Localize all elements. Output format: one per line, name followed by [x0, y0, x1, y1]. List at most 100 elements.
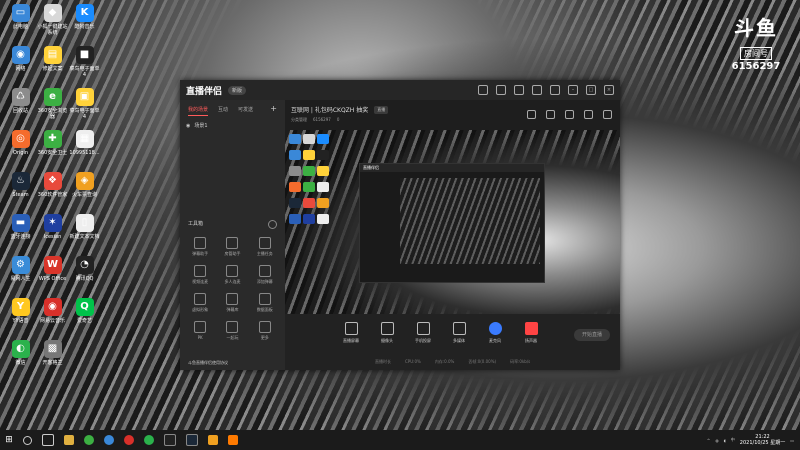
- preview-icon: [303, 214, 315, 224]
- menu-icon[interactable]: [550, 85, 560, 95]
- desktop-icon[interactable]: e 360安全浏览器: [36, 88, 69, 120]
- desktop-icon[interactable]: ▩ 开客格兰: [36, 340, 69, 366]
- desktop-icon[interactable]: ◈ 火车票查询: [68, 172, 101, 198]
- desktop-icon[interactable]: Y YY语音: [4, 298, 37, 324]
- message-icon[interactable]: [496, 85, 506, 95]
- desktop-icon[interactable]: ◉ 网易云音乐: [36, 298, 69, 324]
- windows-start-icon[interactable]: ⊞: [0, 430, 18, 450]
- task-view-icon[interactable]: [42, 434, 54, 446]
- add-tab-icon[interactable]: +: [270, 105, 277, 116]
- agreement-notice[interactable]: 斗鱼直播伴侣使用协议: [188, 360, 228, 366]
- skin-icon[interactable]: [514, 85, 524, 95]
- search-icon[interactable]: [23, 435, 32, 445]
- desktop-icon[interactable]: ♺ 回收站: [4, 88, 37, 114]
- tool-item[interactable]: 多人连麦: [216, 265, 248, 285]
- network-icon[interactable]: ◍: [715, 438, 719, 443]
- control-bar: 直播屏幕 摄像头 手机投屏 多媒体 麦克风 扬声器 开始直播 直播时长 CPU:0% 内存:0…: [285, 314, 620, 370]
- desktop-icon[interactable]: ⚙ 易网人生: [4, 256, 37, 282]
- desktop-icon[interactable]: ◔ 腾讯QQ: [68, 256, 101, 282]
- status-bar: 直播时长 CPU:0% 内存:0.0% 丢帧:0(0.00%) 码率:0kb/s: [375, 359, 614, 365]
- desktop-icon[interactable]: ❖ 360软件管家: [36, 172, 69, 198]
- notification-icon[interactable]: ▭: [790, 438, 794, 443]
- tool-item[interactable]: 房管助手: [216, 237, 248, 257]
- control-label: 扬声器: [525, 338, 537, 343]
- gift-icon[interactable]: [527, 110, 536, 119]
- volume-icon[interactable]: ◖: [724, 438, 726, 443]
- desktop-icon[interactable]: ◉ 网络: [4, 46, 37, 72]
- tool-icon: [258, 293, 271, 305]
- screen-share-button[interactable]: 直播屏幕: [340, 322, 362, 344]
- clock[interactable]: 21:22 2021/10/25 星期一: [740, 434, 785, 446]
- tool-item[interactable]: 主播任务: [249, 237, 281, 257]
- ime-icon[interactable]: 中: [731, 437, 735, 443]
- filter-icon[interactable]: [532, 85, 542, 95]
- app-icon: ▭: [11, 4, 30, 22]
- tool-item[interactable]: 添加弹幕: [249, 265, 281, 285]
- speaker-icon: [524, 322, 538, 335]
- desktop-icon[interactable]: ▣ 菜鸟电子面单4: [68, 88, 101, 120]
- tool-item[interactable]: 视频连麦: [184, 265, 216, 285]
- desktop-icon[interactable]: ▤ 修起文案: [36, 46, 69, 72]
- steam-icon[interactable]: [186, 434, 198, 446]
- room-title[interactable]: 互联网 | 礼包码CKQZH 抽奖: [291, 105, 368, 114]
- desktop-icon[interactable]: W WPS Office: [36, 256, 69, 282]
- desktop-icon[interactable]: ◎ Origin: [4, 130, 37, 156]
- room-tag[interactable]: 直播: [374, 105, 389, 114]
- desktop-icon[interactable]: ▯ 新建文本文档: [68, 214, 101, 240]
- tool-item[interactable]: 弹幕库: [216, 293, 248, 313]
- qq-icon[interactable]: [164, 434, 176, 446]
- avatar-icon[interactable]: [478, 85, 488, 95]
- version-badge[interactable]: 新版: [228, 85, 247, 95]
- tool-item[interactable]: 弹幕助手: [184, 237, 216, 257]
- desktop-icon[interactable]: ◐ 微信: [4, 340, 37, 366]
- tool-item[interactable]: 虚拟形象: [184, 293, 216, 313]
- live-preview[interactable]: 直播伴侣: [285, 130, 620, 314]
- desktop-icon-label: 酷狗音乐: [74, 24, 95, 30]
- desktop-icon[interactable]: ♨ Steam: [4, 172, 37, 198]
- share-icon[interactable]: [603, 110, 612, 119]
- microphone-icon: [488, 322, 502, 335]
- desktop-icon[interactable]: ✶ Icesian: [36, 214, 69, 240]
- speaker-button[interactable]: 扬声器: [520, 322, 542, 344]
- scene-item[interactable]: ◉ 场景1: [186, 122, 279, 130]
- douyu-icon[interactable]: [208, 435, 218, 445]
- room-category[interactable]: 分类管理: [291, 117, 307, 123]
- start-live-button[interactable]: 开始直播: [574, 329, 610, 341]
- tool-item[interactable]: 一起玩: [216, 321, 248, 341]
- notify-icon[interactable]: [584, 110, 593, 119]
- minimize-icon[interactable]: –: [568, 85, 578, 95]
- tool-item[interactable]: 数据面板: [249, 293, 281, 313]
- browser-icon[interactable]: [84, 435, 94, 445]
- record-icon[interactable]: [565, 110, 574, 119]
- douyu-live-icon[interactable]: [228, 435, 238, 445]
- tray-up-icon[interactable]: ^: [707, 438, 710, 443]
- desktop-icon[interactable]: Q 爱奇艺: [68, 298, 101, 324]
- tool-item[interactable]: 更多: [249, 321, 281, 341]
- toolbox-settings-icon[interactable]: [268, 220, 277, 229]
- desktop-icon[interactable]: ◆ 小狐一键建站系统: [36, 4, 69, 36]
- desktop-icon[interactable]: ▬ 蓝牙连接: [4, 214, 37, 240]
- tab-my-scenes[interactable]: 我的场景: [188, 106, 209, 116]
- desktop-icon[interactable]: ✚ 360安全卫士: [36, 130, 69, 156]
- tab-sendable[interactable]: 可发送: [238, 106, 253, 116]
- close-icon[interactable]: ×: [604, 85, 614, 95]
- tool-item[interactable]: PK: [184, 321, 216, 341]
- desktop-icon[interactable]: K 酷狗音乐: [68, 4, 101, 30]
- preview-icon: [289, 134, 301, 144]
- desktop-icon[interactable]: ■ 菜鸟电子面单4: [68, 46, 101, 78]
- media-button[interactable]: 多媒体: [448, 322, 470, 344]
- eye-icon[interactable]: ◉: [186, 123, 190, 129]
- desktop-icon[interactable]: ▦ 10995118...: [68, 130, 101, 156]
- microphone-button[interactable]: 麦克风: [484, 322, 506, 344]
- camera-button[interactable]: 摄像头: [376, 322, 398, 344]
- phone-cast-button[interactable]: 手机投屏: [412, 322, 434, 344]
- tab-interaction[interactable]: 互动: [218, 106, 228, 116]
- netease-icon[interactable]: [124, 435, 134, 445]
- explorer-icon[interactable]: [64, 435, 74, 445]
- desktop-icon[interactable]: ▭ 此电脑: [4, 4, 37, 30]
- maximize-icon[interactable]: □: [586, 85, 596, 95]
- edge-icon[interactable]: [104, 435, 114, 445]
- app-icon: ▤: [43, 46, 62, 64]
- fan-icon[interactable]: [546, 110, 555, 119]
- wechat-icon[interactable]: [144, 435, 154, 445]
